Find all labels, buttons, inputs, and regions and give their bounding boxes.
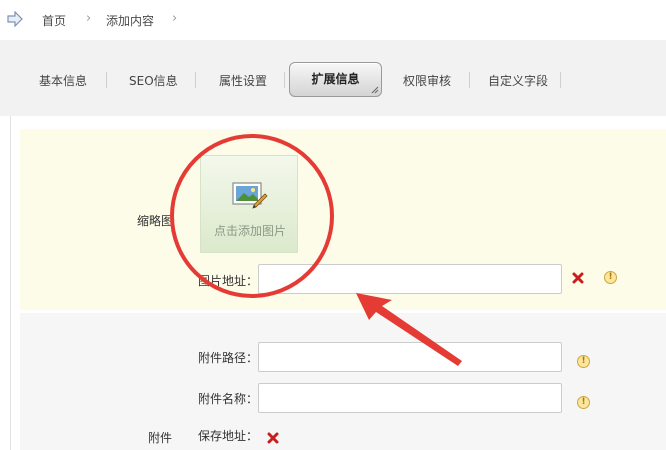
add-image-button[interactable]: 点击添加图片 xyxy=(200,155,298,253)
breadcrumb-separator: › xyxy=(172,11,178,26)
resize-grip-icon xyxy=(371,86,379,94)
attachment-name-label: 附件名称： xyxy=(198,392,259,406)
warning-icon: ! xyxy=(577,355,590,368)
attachment-path-label: 附件路径： xyxy=(198,351,259,365)
tab-basic-info[interactable]: 基本信息 xyxy=(39,72,87,89)
breadcrumb-separator: › xyxy=(86,11,92,26)
tab-extended-info-label: 扩展信息 xyxy=(311,72,360,86)
attachment-label: 附件 xyxy=(148,431,173,445)
add-image-text: 点击添加图片 xyxy=(213,224,286,238)
tab-divider xyxy=(284,72,285,88)
image-url-input[interactable] xyxy=(258,264,562,294)
delete-x-icon[interactable] xyxy=(267,432,279,444)
breadcrumb-home-link[interactable]: 首页 xyxy=(42,12,66,29)
delete-x-icon[interactable] xyxy=(572,272,584,284)
tab-divider xyxy=(469,72,470,88)
warning-icon: ! xyxy=(577,396,590,409)
tab-seo-info[interactable]: SEO信息 xyxy=(129,72,178,89)
thumbnail-label: 缩略图 xyxy=(137,214,174,228)
breadcrumb: 首页 › 添加内容 › xyxy=(0,0,666,40)
image-url-label: 图片地址： xyxy=(198,274,259,288)
tab-attributes[interactable]: 属性设置 xyxy=(219,72,267,89)
tab-custom-fields[interactable]: 自定义字段 xyxy=(488,72,548,89)
attachment-name-input[interactable] xyxy=(258,383,562,413)
save-address-label: 保存地址： xyxy=(198,429,259,443)
attachment-path-input[interactable] xyxy=(258,342,562,372)
tab-extended-info[interactable]: 扩展信息 xyxy=(289,62,382,97)
tab-permission-review[interactable]: 权限审核 xyxy=(403,72,451,89)
attachment-section xyxy=(20,313,666,450)
tab-divider xyxy=(195,72,196,88)
warning-icon: ! xyxy=(604,271,617,284)
home-arrow-icon[interactable] xyxy=(6,11,24,27)
breadcrumb-current[interactable]: 添加内容 xyxy=(106,12,154,29)
tab-divider xyxy=(106,72,107,88)
tab-divider xyxy=(560,72,561,88)
image-edit-icon xyxy=(232,182,268,209)
